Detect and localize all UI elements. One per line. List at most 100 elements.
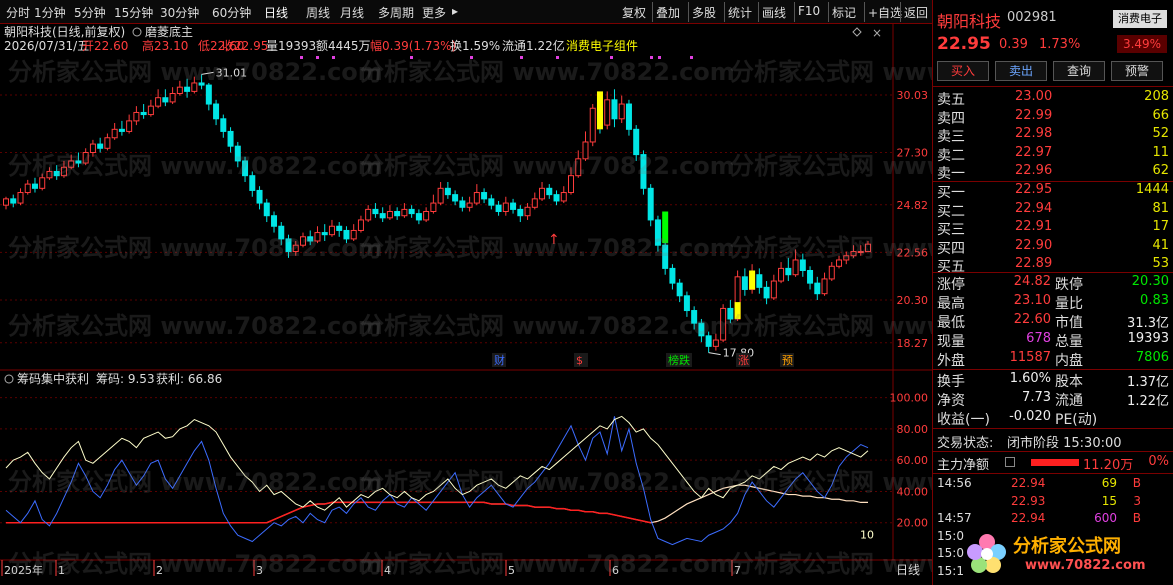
stat-row: 现量 678 总量 19393 [933,331,1173,350]
toolbar-button[interactable]: 统计 [728,4,752,21]
signal-bar [596,91,603,130]
candle-body [553,194,560,202]
candle-body [46,170,53,179]
bid-row[interactable]: 买一 22.95 1444 [933,182,1173,201]
level-label: 买四 [937,240,965,257]
toolbar-button[interactable]: 标记 [832,4,856,21]
ask-row[interactable]: 卖一 22.96 62 [933,163,1173,182]
stat-label: 总量 [1055,334,1083,350]
menu-icon[interactable] [1005,457,1015,467]
period-tab[interactable]: 60分钟 [212,4,251,21]
event-tag: 预 [782,354,793,367]
candle-body [604,99,611,126]
candle-body [82,152,89,164]
period-tab[interactable]: 周线 [306,4,330,21]
info-info_open: 开22.60 [82,39,128,53]
period-tab[interactable]: 日线 [264,4,288,21]
query-button[interactable]: 查询 [1053,61,1105,81]
candle-body [24,183,31,194]
ask-row[interactable]: 卖四 22.99 66 [933,108,1173,127]
stat-label: 市值 [1055,315,1083,331]
toolbar-button[interactable]: 返回 [904,4,928,21]
toolbar-separator [828,2,829,22]
candle-body [575,158,582,177]
ask-row[interactable]: 卖三 22.98 52 [933,126,1173,145]
signal-bar [662,211,669,244]
sub-axis-tick: 80.00 [897,423,929,436]
bid-row[interactable]: 买四 22.90 41 [933,238,1173,257]
tick-volume: 69 [1101,476,1117,490]
main-flow-label: 主力净额 [937,458,990,473]
bid-row[interactable]: 买三 22.91 17 [933,219,1173,238]
period-tab[interactable]: 1分钟 [34,4,66,21]
sub-indicator-icon [4,374,14,384]
info-info_turnover: 换1.59% [450,39,500,53]
stat-value: -0.020 [1009,409,1051,424]
toolbar-button[interactable]: +自选 [868,4,902,21]
info-info_change: 幅0.39(1.73%) [370,38,456,53]
period-tab[interactable]: 分时 [6,4,30,21]
candle-body [401,208,408,217]
sell-button[interactable]: 卖出 [995,61,1047,81]
ask-row[interactable]: 卖二 22.97 11 [933,145,1173,164]
period-tab[interactable]: 30分钟 [160,4,199,21]
tick-time: 14:56 [937,476,972,490]
candle-body [227,130,234,147]
candle-body [53,170,60,177]
info-info_float: 流通1.22亿 [502,38,565,53]
level-price: 22.99 [1015,107,1053,123]
candle-body [799,259,806,271]
toolbar-button[interactable]: 多股 [692,4,716,21]
period-tab[interactable]: 5分钟 [74,4,106,21]
toolbar-button[interactable]: 复权 [622,4,646,21]
trade-status-value: 闭市阶段 15:30:00 [1007,436,1122,451]
candle-body [452,194,459,202]
ask-row[interactable]: 卖五 23.00 208 [933,89,1173,108]
candle-body [111,128,118,139]
stat-value: 20.30 [1131,274,1169,289]
candle-body [343,229,350,240]
info-info_amount: 额4445万 [316,39,371,53]
period-tab[interactable]: 月线 [340,4,364,21]
signal-dot [410,56,413,59]
bid-row[interactable]: 买二 22.94 81 [933,201,1173,220]
kline-chart[interactable]: 朝阳科技(日线,前复权) 磨菱底主 2026/07/31/五开22.60 高23.10… [0,24,932,585]
sub-axis-tick: 40.00 [897,485,929,498]
settings-icon [852,27,862,37]
toolbar-button[interactable]: F10 [798,4,820,18]
candle-body [741,276,748,290]
period-tab[interactable]: 更多 [422,4,446,21]
x-axis-label: 3 [256,564,263,577]
main-flow-pct: 0% [1148,454,1169,469]
level-volume: 1444 [1135,182,1169,197]
x-axis-label: 2 [156,564,163,577]
stock-code: 002981 [1007,10,1057,25]
toolbar-separator [758,2,759,22]
period-tab[interactable]: 15分钟 [114,4,153,21]
candle-body [176,86,183,94]
profit-label: 获利: 66.86 [156,372,222,386]
more-arrow-icon[interactable]: ▸ [452,4,458,18]
stat-label: 跌停 [1055,277,1083,293]
toolbar-button[interactable]: 画线 [762,4,786,21]
sector-badge[interactable]: 消费电子 [1113,10,1167,28]
candle-body [510,202,517,210]
close-icon: × [872,26,882,40]
chart-area[interactable]: 朝阳科技(日线,前复权) 磨菱底主 2026/07/31/五 开22.60 高23.10… [0,24,932,585]
period-tab[interactable]: 多周期 [378,4,414,21]
level-price: 22.96 [1015,163,1053,179]
toolbar-button[interactable]: 叠加 [656,4,680,21]
tick-side: B [1132,511,1141,525]
stat-value: 0.83 [1140,293,1169,308]
candle-body [184,86,191,92]
signal-bar [734,302,741,319]
candle-body [727,307,734,320]
tick-price: 22.94 [1011,476,1046,490]
candle-body [104,137,111,149]
candle-body [365,208,372,221]
alert-button[interactable]: 预警 [1111,61,1163,81]
candle-body [712,339,719,347]
buy-button[interactable]: 买入 [937,61,989,81]
stat-label: PE(动) [1055,412,1098,428]
flower-logo-icon [967,534,1006,573]
